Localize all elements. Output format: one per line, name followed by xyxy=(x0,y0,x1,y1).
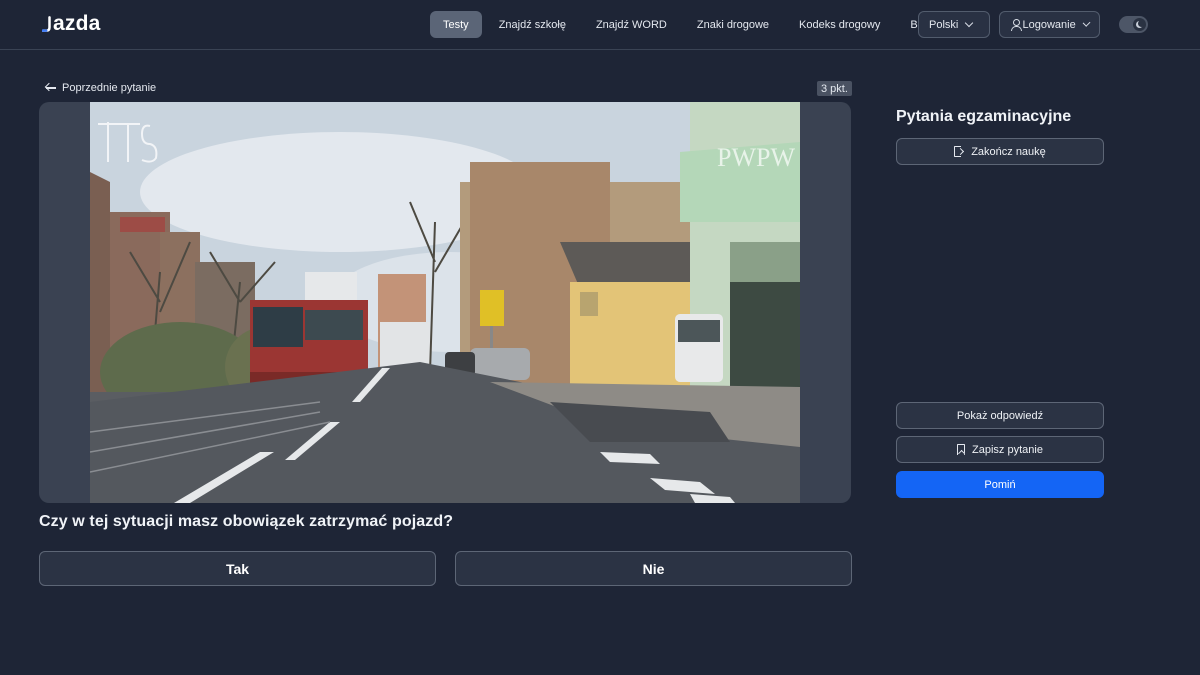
logo-mark-icon xyxy=(42,16,51,32)
bookmark-icon xyxy=(957,444,966,455)
logo-text: azda xyxy=(53,12,101,35)
show-answer-label: Pokaż odpowiedź xyxy=(956,409,1044,422)
nav-item-znajdz-word[interactable]: Znajdź WORD xyxy=(583,11,680,38)
end-learning-label: Zakończ naukę xyxy=(971,145,1046,158)
answer-no-button[interactable]: Nie xyxy=(455,551,852,586)
moon-icon xyxy=(1138,20,1145,27)
main-nav: Testy Znajdź szkołę Znajdź WORD Znaki dr… xyxy=(430,11,949,38)
toggle-knob xyxy=(1133,18,1146,31)
nav-item-znajdz-szkole[interactable]: Znajdź szkołę xyxy=(486,11,579,38)
chevron-down-icon xyxy=(965,18,974,28)
nav-item-kodeks-drogowy[interactable]: Kodeks drogowy xyxy=(786,11,893,38)
user-icon xyxy=(1010,19,1021,31)
arrow-left-icon xyxy=(45,83,56,93)
previous-question-link[interactable]: Poprzednie pytanie xyxy=(45,82,156,94)
question-text: Czy w tej sytuacji masz obowiązek zatrzy… xyxy=(39,513,454,530)
question-media: PWPW xyxy=(39,102,851,503)
nav-item-znaki-drogowe[interactable]: Znaki drogowe xyxy=(684,11,782,38)
skip-label: Pomiń xyxy=(984,478,1016,491)
login-dropdown[interactable]: Logowanie xyxy=(999,11,1100,38)
language-label: Polski xyxy=(929,18,959,31)
sidebar-title: Pytania egzaminacyjne xyxy=(896,108,1072,125)
previous-question-label: Poprzednie pytanie xyxy=(62,82,157,94)
save-question-label: Zapisz pytanie xyxy=(972,443,1043,456)
points-badge: 3 pkt. xyxy=(817,81,852,96)
show-answer-button[interactable]: Pokaż odpowiedź xyxy=(896,402,1104,429)
theme-toggle[interactable] xyxy=(1119,16,1148,33)
language-select[interactable]: Polski xyxy=(918,11,990,38)
answer-yes-button[interactable]: Tak xyxy=(39,551,436,586)
exit-icon xyxy=(954,146,965,157)
save-question-button[interactable]: Zapisz pytanie xyxy=(896,436,1104,463)
street-scene-image: PWPW xyxy=(90,102,800,503)
skip-button[interactable]: Pomiń xyxy=(896,471,1104,498)
watermark-pwpw: PWPW xyxy=(717,143,795,172)
end-learning-button[interactable]: Zakończ naukę xyxy=(896,138,1104,165)
nav-item-testy[interactable]: Testy xyxy=(430,11,482,38)
top-navbar: azda Testy Znajdź szkołę Znajdź WORD Zna… xyxy=(0,0,1200,50)
chevron-down-icon xyxy=(1082,19,1091,27)
logo[interactable]: azda xyxy=(42,10,101,38)
login-label: Logowanie xyxy=(1022,18,1076,31)
